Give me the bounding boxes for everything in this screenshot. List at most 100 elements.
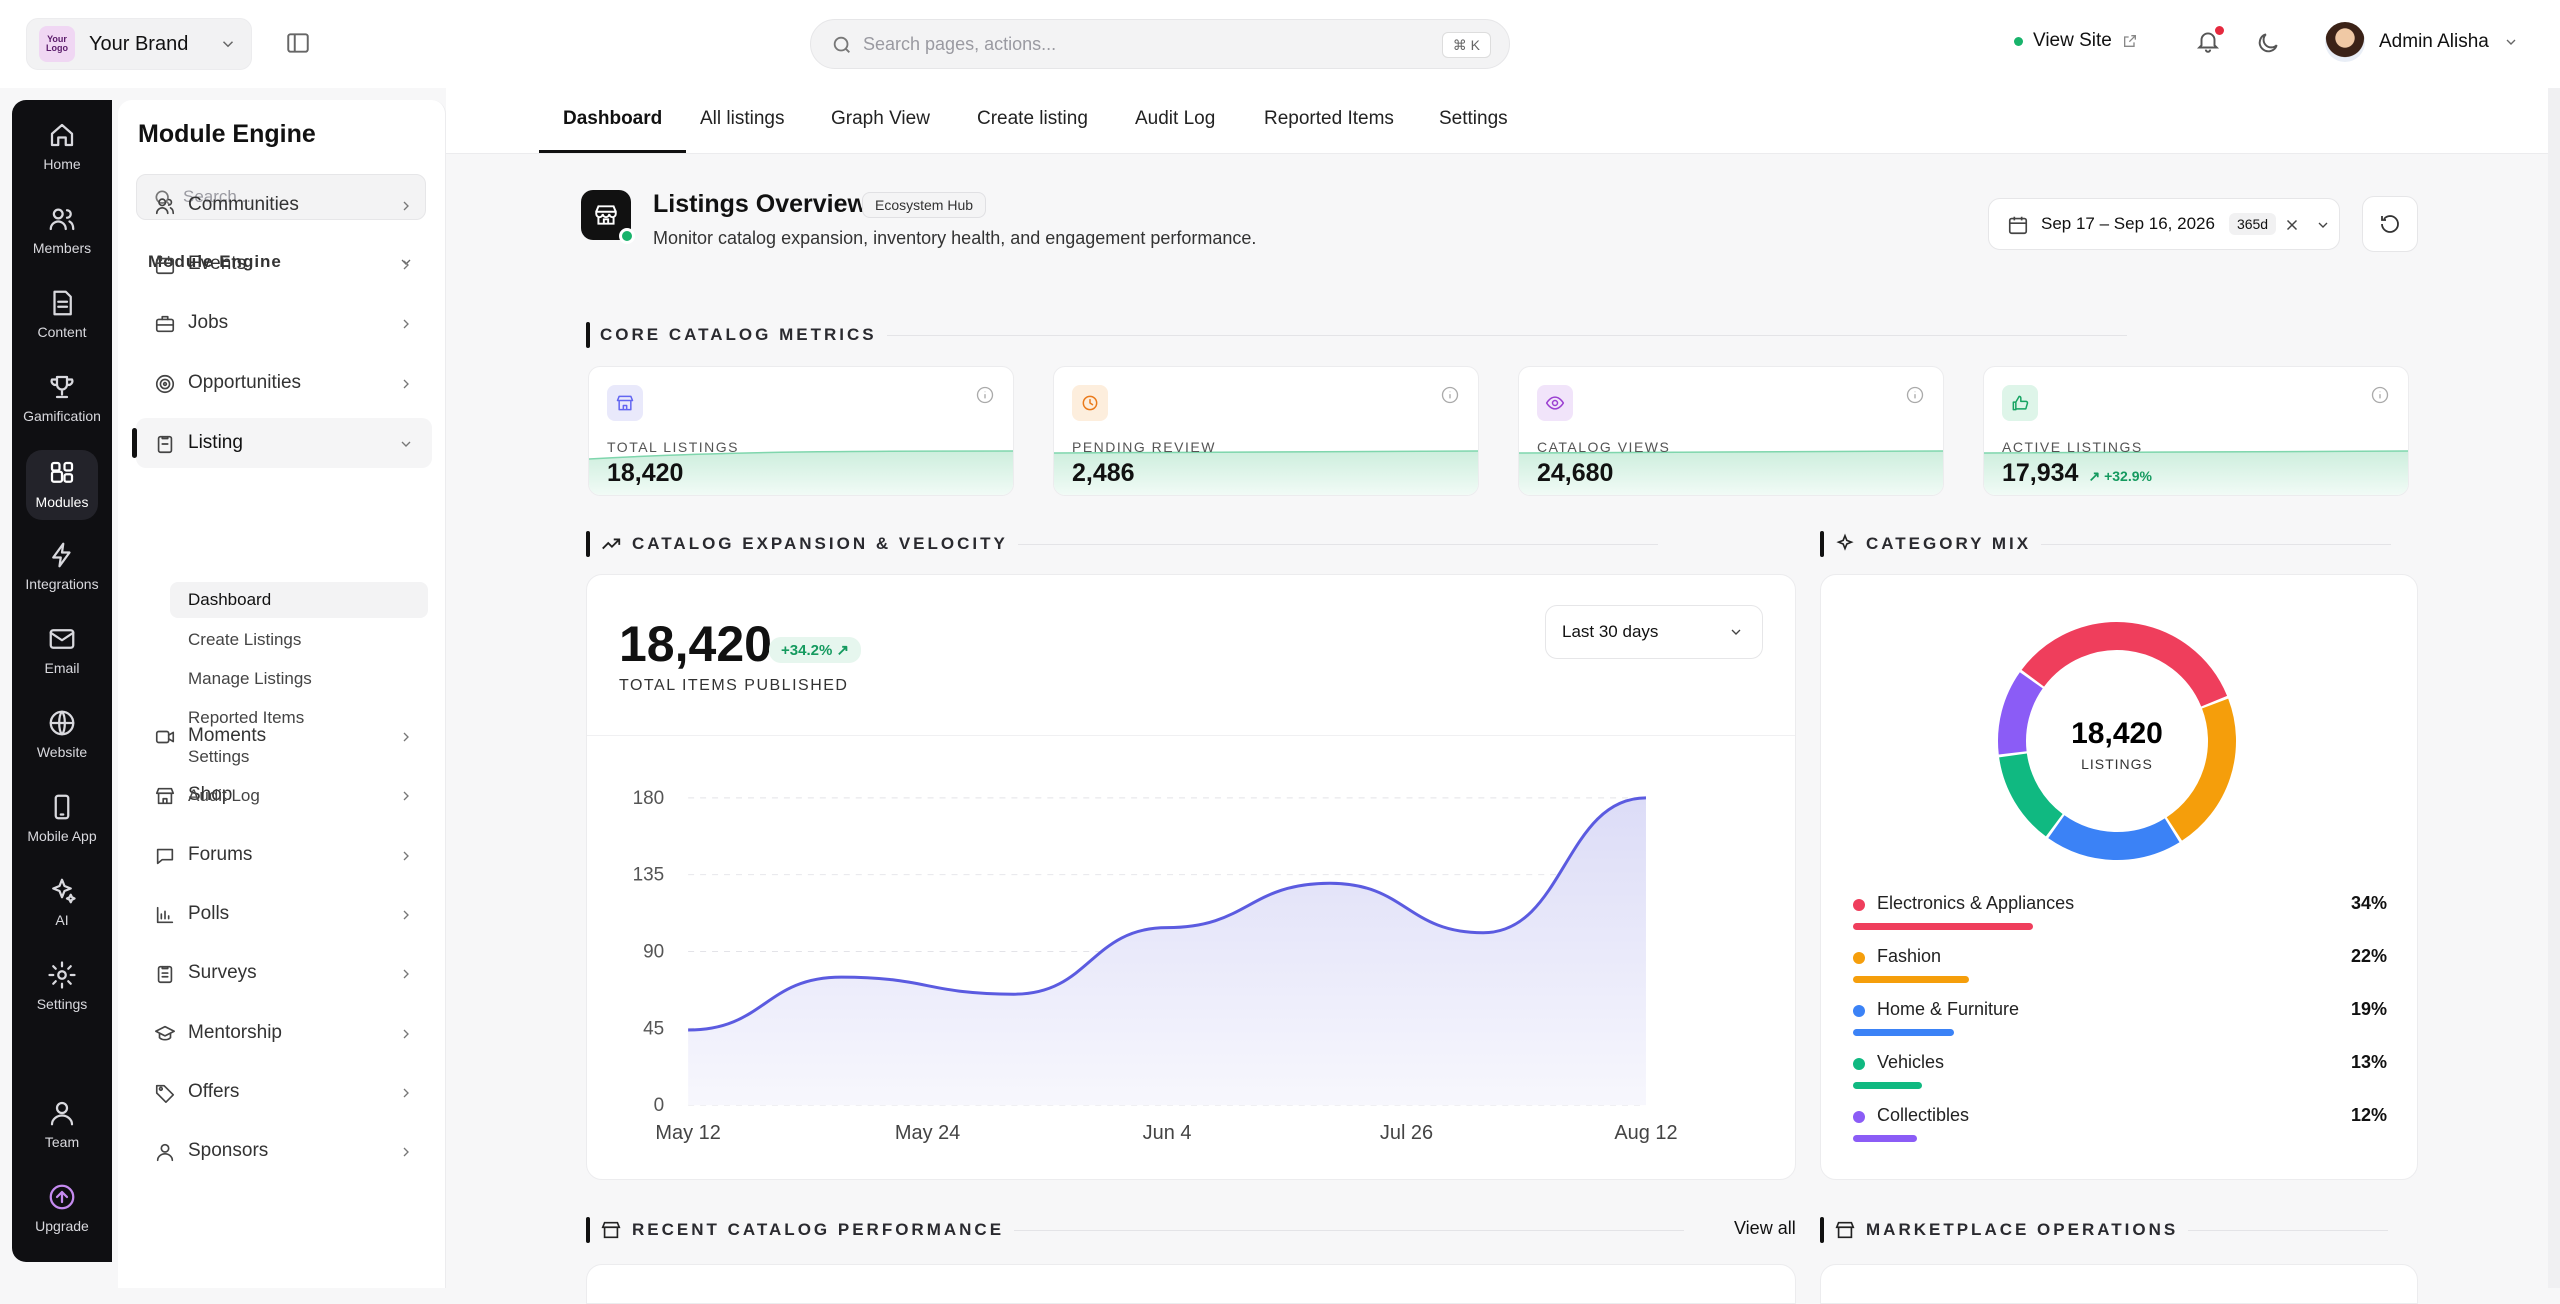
rail-item-gamification[interactable]: Gamification [12, 372, 112, 424]
metric-value: 24,680 [1537, 459, 1613, 488]
date-range-picker[interactable]: Sep 17 – Sep 16, 2026 365d [1988, 198, 2340, 250]
donut-slice-collectibles[interactable] [1998, 672, 2043, 755]
total-items-change: +34.2% ↗ [769, 637, 862, 663]
sidebar-item-offers[interactable]: Offers [136, 1067, 432, 1117]
sidebar-item-polls[interactable]: Polls [136, 889, 432, 939]
notifications-button[interactable] [2195, 26, 2224, 59]
y-tick-label: 0 [654, 1095, 665, 1116]
tab-graph-view[interactable]: Graph View [831, 108, 930, 130]
online-status-dot [619, 228, 635, 244]
sidebar-item-forums[interactable]: Forums [136, 830, 432, 880]
donut-total: 18,420 [2071, 717, 2163, 750]
metric-label: ACTIVE LISTINGS [2002, 439, 2143, 455]
sidebar-item-surveys[interactable]: Surveys [136, 948, 432, 998]
global-search[interactable]: Search pages, actions... ⌘ K [810, 19, 1510, 69]
x-tick-label: May 12 [655, 1122, 720, 1144]
donut-slice-home-furniture[interactable] [2048, 815, 2180, 860]
tab-dashboard[interactable]: Dashboard [538, 108, 687, 153]
rail-item-mobile-app[interactable]: Mobile App [12, 792, 112, 844]
tab-settings[interactable]: Settings [1439, 108, 1508, 130]
user-menu[interactable]: Admin Alisha [2325, 22, 2519, 62]
info-icon[interactable] [2370, 385, 2390, 405]
range-select[interactable]: Last 30 days [1545, 605, 1763, 659]
section-marker [586, 531, 590, 557]
tab-audit-log[interactable]: Audit Log [1135, 108, 1215, 130]
tab-all-listings[interactable]: All listings [700, 108, 784, 130]
section-marketplace-ops: MARKETPLACE OPERATIONS [1820, 1217, 2389, 1243]
sidebar-subitem-manage-listings[interactable]: Manage Listings [188, 669, 312, 689]
metric-value-text: 17,934 [2002, 459, 2079, 487]
category-donut-chart: 18,420 LISTINGS [1998, 622, 2236, 860]
sidebar-item-listing[interactable]: Listing [132, 418, 432, 468]
refresh-button[interactable] [2362, 196, 2418, 252]
donut-slice-vehicles[interactable] [1999, 753, 2063, 837]
rail-item-email[interactable]: Email [12, 624, 112, 676]
rail-item-content[interactable]: Content [12, 288, 112, 340]
donut-slice-electronics-appliances[interactable] [2021, 622, 2228, 707]
x-tick-label: Aug 12 [1614, 1122, 1677, 1144]
donut-slice-fashion[interactable] [2166, 698, 2236, 841]
x-tick-label: May 24 [895, 1122, 960, 1144]
sidebar-subitem-reported-items[interactable]: Reported Items [188, 708, 304, 728]
top-bar: Your Logo Your Brand Search pages, actio… [0, 0, 2560, 88]
rail-item-website[interactable]: Website [12, 708, 112, 760]
sidebar-subitem-dashboard[interactable]: Dashboard [170, 582, 428, 618]
team-icon [50, 1101, 74, 1126]
metric-card-catalog-views: CATALOG VIEWS 24,680 [1518, 366, 1944, 496]
legend-dot [1853, 899, 1865, 911]
category-mix-card: 18,420 LISTINGS Electronics & Appliances 3… [1820, 574, 2418, 1180]
sidebar-item-jobs[interactable]: Jobs [136, 298, 432, 348]
sidebar-subitem-create-listings[interactable]: Create Listings [188, 630, 301, 650]
chevron-down-icon [401, 441, 411, 447]
sidebar-item-label: Forums [188, 844, 253, 865]
sidebar-item-mentorship[interactable]: Mentorship [136, 1008, 432, 1058]
sidebar-subitem-audit-log[interactable]: Audit Log [188, 786, 260, 806]
rail-item-ai[interactable]: AI [12, 876, 112, 928]
rail-item-settings[interactable]: Settings [12, 960, 112, 1012]
section-velocity: CATALOG EXPANSION & VELOCITY [586, 531, 1658, 557]
section-divider [886, 334, 2127, 336]
info-icon[interactable] [1905, 385, 1925, 405]
rail-item-label: Email [44, 660, 80, 676]
brand-switcher[interactable]: Your Logo Your Brand [26, 18, 252, 70]
sidebar-item-communities[interactable]: Communities [136, 180, 432, 230]
rail-item-label: Gamification [23, 408, 101, 424]
calendar-icon [155, 255, 175, 275]
bolt-icon [52, 542, 71, 568]
metric-label: TOTAL LISTINGS [607, 439, 739, 455]
clear-icon[interactable] [2283, 216, 2301, 234]
info-icon[interactable] [1440, 385, 1460, 405]
tab-reported-items[interactable]: Reported Items [1264, 108, 1394, 130]
chevron-down-icon[interactable] [2315, 217, 2331, 233]
sidebar-subitem-settings[interactable]: Settings [188, 747, 249, 767]
rail-item-home[interactable]: Home [12, 120, 112, 172]
page-scrollbar[interactable] [2548, 88, 2560, 1288]
rail-item-modules[interactable]: Modules [12, 450, 112, 520]
sidebar-item-events[interactable]: Events [136, 239, 432, 289]
calendar-icon [2008, 216, 2028, 235]
metric-value: 2,486 [1072, 459, 1135, 488]
sidebar-item-shop[interactable]: Shop [136, 770, 432, 820]
chevron-right-icon [403, 791, 409, 801]
sidebar-item-label: Opportunities [188, 372, 302, 393]
mail-icon [49, 629, 75, 649]
store-icon [616, 395, 634, 411]
rail-item-members[interactable]: Members [12, 204, 112, 256]
sidebar-toggle-icon[interactable] [285, 30, 311, 56]
briefcase-icon [155, 315, 175, 333]
view-site-link[interactable]: View Site [2014, 30, 2138, 52]
dark-mode-icon[interactable] [2255, 30, 2281, 56]
info-icon[interactable] [975, 385, 995, 405]
sidebar-item-opportunities[interactable]: Opportunities [136, 358, 432, 408]
tab-create-listing[interactable]: Create listing [977, 108, 1088, 130]
rail-item-integrations[interactable]: Integrations [12, 540, 112, 592]
search-placeholder: Search pages, actions... [863, 33, 1057, 54]
view-all-link[interactable]: View all [1734, 1218, 1796, 1239]
x-tick-label: Jun 4 [1143, 1122, 1192, 1144]
metric-icon-badge [2002, 385, 2038, 421]
rail-item-upgrade[interactable]: Upgrade [12, 1182, 112, 1234]
external-link-icon [2123, 35, 2136, 47]
sidebar-item-sponsors[interactable]: Sponsors [136, 1126, 432, 1176]
date-range-text: Sep 17 – Sep 16, 2026 [2041, 214, 2215, 233]
rail-item-team[interactable]: Team [12, 1098, 112, 1150]
